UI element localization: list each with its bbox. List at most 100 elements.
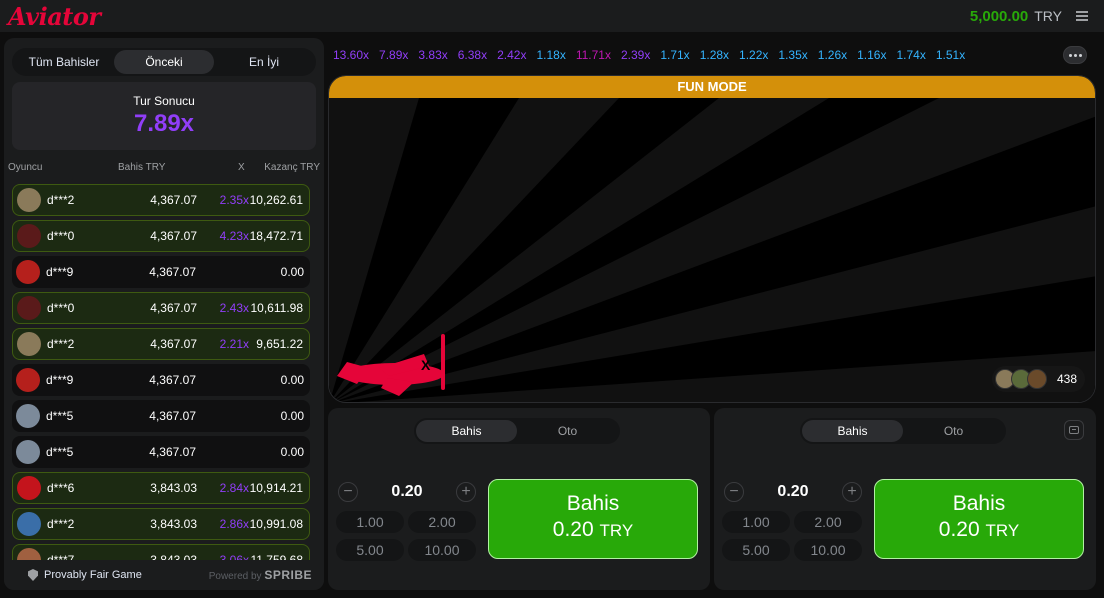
tab-bet[interactable]: Bahis [802,420,903,442]
avatar [17,188,41,212]
sunburst-background: X [329,76,1095,402]
history-multiplier[interactable]: 1.35x [778,48,807,62]
history-multiplier[interactable]: 1.74x [896,48,925,62]
bet-amount: 4,367.07 [149,409,196,423]
round-result-label: Tur Sonucu [133,94,195,108]
tab-all-bets[interactable]: Tüm Bahisler [14,50,114,74]
bet-amount-stepper: − 0.20 + [724,478,862,506]
avatar [17,224,41,248]
remove-panel-icon[interactable] [1064,420,1084,440]
player-avatar [1026,369,1047,389]
col-player: Oyuncu [8,162,43,173]
tab-previous[interactable]: Önceki [114,50,214,74]
history-multiplier[interactable]: 2.39x [621,48,650,62]
place-bet-button[interactable]: Bahis 0.20 TRY [488,479,698,559]
balance: 5,000.00 TRY [970,8,1096,25]
decrease-button[interactable]: − [724,482,744,502]
bets-list: d***2 4,367.07 2.35x 10,262.61 d***0 4,367.07… [4,184,324,576]
quick-amount-button[interactable]: 2.00 [408,511,476,533]
bet-amount: 4,367.07 [150,337,197,351]
quick-amount-button[interactable]: 1.00 [722,511,790,533]
increase-button[interactable]: + [455,482,476,502]
quick-amount-button[interactable]: 10.00 [408,539,476,561]
win-amount: 0.00 [280,409,304,423]
bet-button-currency: TRY [985,521,1020,540]
history-multiplier[interactable]: 7.89x [379,48,408,62]
bet-mode-tabs: Bahis Oto [800,418,1006,444]
bet-amount: 3,843.03 [150,517,197,531]
win-amount: 9,651.22 [256,337,303,351]
history-multiplier[interactable]: 6.38x [458,48,487,62]
shield-icon [28,569,38,581]
avatar [17,332,41,356]
tab-bet[interactable]: Bahis [416,420,517,442]
tab-auto[interactable]: Oto [517,420,618,442]
powered-by: Powered by SPRIBE [209,568,312,582]
history-multiplier[interactable]: 1.51x [936,48,965,62]
quick-amount-button[interactable]: 5.00 [336,539,404,561]
win-amount: 0.00 [280,373,304,387]
history-multiplier[interactable]: 1.28x [700,48,729,62]
quick-amount-button[interactable]: 2.00 [794,511,862,533]
history-multiplier[interactable]: 13.60x [333,48,369,62]
more-history-button[interactable] [1063,46,1087,64]
bet-button-label: Bahis [952,492,1006,515]
decrease-button[interactable]: − [338,482,358,502]
bet-button-amount-line: 0.20 TRY [875,518,1083,542]
quick-amounts: 1.00 2.00 5.00 10.00 [336,511,476,561]
cashout-multiplier: 2.21x [219,337,249,351]
history-multiplier[interactable]: 1.22x [739,48,768,62]
bet-amount: 4,367.07 [150,193,197,207]
bet-amount: 4,367.07 [149,265,196,279]
top-bar: Aviator 5,000.00 TRY [0,0,1104,32]
col-multiplier: X [238,162,245,173]
player-count: 438 [1056,372,1077,386]
bet-row: d***9 4,367.07 0.00 [12,364,310,396]
quick-amount-button[interactable]: 5.00 [722,539,790,561]
bet-amount-value[interactable]: 0.20 [777,483,808,501]
quick-amounts: 1.00 2.00 5.00 10.00 [722,511,862,561]
tab-auto[interactable]: Oto [903,420,1004,442]
history-multiplier[interactable]: 1.16x [857,48,886,62]
bets-table-header: Oyuncu Bahis TRY X Kazanç TRY [4,162,324,176]
history-multiplier[interactable]: 1.18x [536,48,565,62]
place-bet-button[interactable]: Bahis 0.20 TRY [874,479,1084,559]
avatar [16,368,40,392]
player-name: d***6 [47,481,75,495]
bet-amount: 4,367.07 [149,373,196,387]
history-multiplier[interactable]: 1.26x [818,48,847,62]
bet-mode-tabs: Bahis Oto [414,418,620,444]
bet-button-amount: 0.20 [552,518,594,541]
history-multiplier[interactable]: 3.83x [418,48,447,62]
player-name: d***5 [46,409,74,423]
bet-amount: 3,843.03 [150,481,197,495]
win-amount: 0.00 [280,265,304,279]
history-multiplier[interactable]: 2.42x [497,48,526,62]
bet-button-label: Bahis [566,492,620,515]
balance-amount: 5,000.00 [969,7,1029,25]
bet-amount-value[interactable]: 0.20 [391,483,422,501]
quick-amount-button[interactable]: 1.00 [336,511,404,533]
player-name: d***0 [47,301,75,315]
fun-mode-banner: FUN MODE [329,76,1095,98]
history-multiplier[interactable]: 1.71x [660,48,689,62]
increase-button[interactable]: + [841,482,862,502]
bet-panel-2: Bahis Oto − 0.20 + 1.00 2.00 5.00 10.00 … [714,408,1096,590]
col-bet: Bahis TRY [118,162,166,173]
svg-text:X: X [421,357,431,373]
bets-tabs: Tüm Bahisler Önceki En İyi [12,48,316,76]
online-players: 438 [991,366,1085,392]
tab-top[interactable]: En İyi [214,50,314,74]
bet-row: d***2 3,843.03 2.86x 10,991.08 [12,508,310,540]
round-result-value: 7.89x [133,110,195,137]
player-name: d***2 [47,193,75,207]
win-amount: 10,991.08 [249,517,303,531]
quick-amount-button[interactable]: 10.00 [794,539,862,561]
bets-panel: Tüm Bahisler Önceki En İyi Tur Sonucu 7.… [4,38,324,590]
avatar [16,260,40,284]
bet-row: d***9 4,367.07 0.00 [12,256,310,288]
hamburger-menu-icon[interactable] [1076,11,1088,21]
provably-fair[interactable]: Provably Fair Game [28,569,142,581]
bet-button-amount-line: 0.20 TRY [489,518,697,542]
history-multiplier[interactable]: 11.71x [576,48,611,62]
